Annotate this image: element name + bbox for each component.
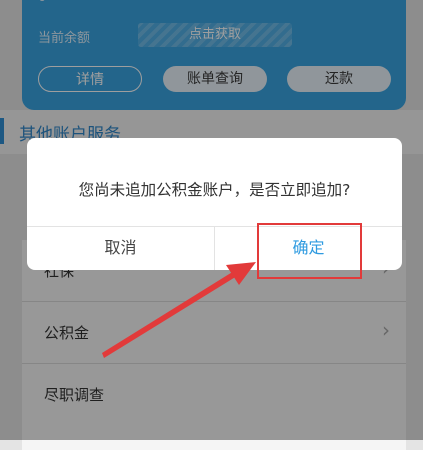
pointer-arrow-icon: [102, 262, 256, 358]
